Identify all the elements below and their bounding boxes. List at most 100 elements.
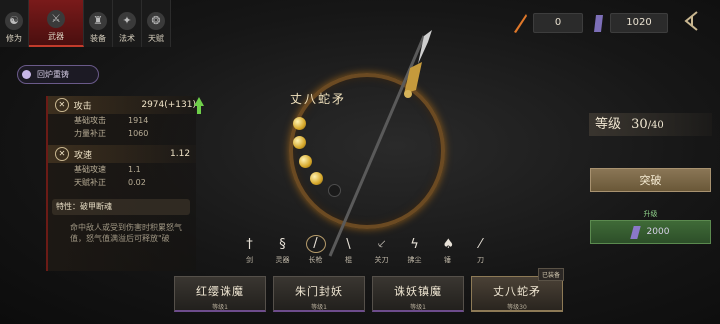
weapon-type-label: 关刀 [374,256,389,264]
stat-value: 0.02 [128,178,146,187]
skin-card[interactable]: 诛妖镇魔 等级1 [372,276,464,312]
weapon-type-whisk[interactable]: ϟ 拂尘 [398,233,431,265]
tab-label: 天赋 [148,34,164,43]
weapon-name: 丈八蛇矛 [290,92,347,106]
skin-card-equipped[interactable]: 已装备 丈八蛇矛 等级30 [471,268,564,312]
stat-key: 天赋补正 [74,178,106,187]
stat-key: 基础攻速 [74,165,106,174]
hammer-icon: ♠ [442,237,455,252]
star-orb-filled [293,117,306,130]
tab-label: 武器 [48,32,64,41]
speed-header[interactable]: ✕ 攻速 1.12 [48,145,196,163]
skin-level: 等级1 [410,304,426,311]
fire-sword-icon [514,14,527,33]
fire-count: 0 [533,13,583,33]
gem-currency: 1020 [592,12,668,34]
tab-weapon[interactable]: ⚔ 武器 [29,0,84,47]
weapon-icon: ⚔ [47,10,65,28]
tab-talent[interactable]: ❂ 天赋 [142,0,171,47]
skin-level: 等级1 [311,304,327,311]
artifact-icon: § [279,237,286,252]
level-display: 等级 30/40 [589,113,712,136]
stat-value: 1060 [128,129,149,138]
increase-arrow-icon [194,97,204,106]
gem-count: 1020 [610,13,668,33]
skin-card[interactable]: 红缨诛魔 等级1 [174,276,266,312]
stats-panel: ✕ 攻击 2974(+131) 基础攻击 1914 力量补正 1060 ✕ 攻速… [46,96,196,271]
cultivator-icon: ☯ [5,12,23,30]
equipped-badge: 已装备 [537,268,564,281]
tab-cultivation[interactable]: ☯ 修为 [0,0,29,47]
talent-bonus-row: 天赋补正 0.02 [48,176,196,189]
weapon-type-guandao[interactable]: ⸔ 关刀 [365,233,398,265]
spear-icon [328,30,432,257]
skin-card[interactable]: 朱门封妖 等级1 [273,276,365,312]
stat-value: 1914 [128,116,149,125]
skin-level: 等级30 [507,304,527,311]
weapon-type-label: 长枪 [308,256,323,264]
fire-currency: 0 [511,12,583,34]
skin-name: 红缨诛魔 [196,285,244,298]
sword-icon: † [246,237,253,252]
blade-icon: ⁄ [479,237,482,252]
level-current: 30 [631,117,648,132]
weapon-type-hammer[interactable]: ♠ 锤 [431,233,464,265]
upgrade-button[interactable]: 2000 [590,220,711,244]
skin-name: 诛妖镇魔 [394,285,442,298]
breakthrough-button[interactable]: 突破 [590,168,711,192]
skin-name: 朱门封妖 [295,285,343,298]
upgrade-cost: 2000 [646,227,670,237]
skin-name: 丈八蛇矛 [493,285,541,298]
tab-spell[interactable]: ✦ 法术 [113,0,142,47]
tab-equipment[interactable]: ♜ 装备 [84,0,113,47]
level-max: /40 [647,120,664,131]
level-label: 等级 [595,117,622,132]
weapon-skin-list: 红缨诛魔 等级1 朱门封妖 等级1 诛妖镇魔 等级1 已装备 丈八蛇矛 等级30 [174,268,570,312]
weapon-type-label: 锤 [444,256,451,264]
attack-header[interactable]: ✕ 攻击 2974(+131) [48,96,196,114]
attack-label: 攻击 [73,101,92,112]
star-orb-filled [310,172,323,185]
weapon-type-sword[interactable]: † 剑 [233,233,266,265]
weapon-type-label: 刀 [477,256,484,264]
collapse-icon: ✕ [55,98,69,112]
increase-arrow-stem [197,106,201,114]
staff-icon: \ [346,237,351,252]
weapon-type-label: 灵器 [275,256,290,264]
back-arrow-icon[interactable] [681,10,703,32]
strength-bonus-row: 力量补正 1060 [48,127,196,140]
upgrade-label: 升级 [643,210,658,218]
stat-key: 基础攻击 [74,116,106,125]
attack-value: 2974(+131) [141,100,196,110]
tab-label: 装备 [90,34,106,43]
weapon-type-staff[interactable]: \ 棍 [332,233,365,265]
purple-gem-icon [594,15,603,32]
category-tabs: ☯ 修为 ⚔ 武器 ♜ 装备 ✦ 法术 ❂ 天赋 [0,0,171,47]
star-orb-filled [293,136,306,149]
weapon-type-blade[interactable]: ⁄ 刀 [464,233,497,265]
weapon-type-label: 棍 [345,256,352,264]
weapon-type-selector: † 剑 § 灵器 / 长枪 \ 棍 ⸔ 关刀 ϟ 拂尘 ♠ 锤 ⁄ 刀 [233,233,497,265]
purple-gem-icon [629,225,641,239]
special-trait: 特性：破甲断魂 [52,199,190,215]
spell-icon: ✦ [118,12,136,30]
guandao-icon: ⸔ [376,237,387,252]
star-orb-empty [328,184,341,197]
collapse-icon: ✕ [55,147,69,161]
recast-button[interactable]: 回炉重铸 [17,65,99,84]
weapon-type-label: 拂尘 [407,256,422,264]
base-attack-row: 基础攻击 1914 [48,114,196,127]
star-orb-filled [299,155,312,168]
stat-value: 1.1 [128,165,141,174]
weapon-type-label: 剑 [246,256,253,264]
armor-icon: ♜ [89,12,107,30]
recast-label: 回炉重铸 [37,70,69,79]
weapon-type-artifact[interactable]: § 灵器 [266,233,299,265]
talent-icon: ❂ [147,12,165,30]
recast-icon [22,70,31,79]
weapon-type-spear[interactable]: / 长枪 [299,233,332,265]
stat-key: 力量补正 [74,129,106,138]
tab-label: 修为 [6,34,22,43]
base-speed-row: 基础攻速 1.1 [48,163,196,176]
whisk-icon: ϟ [410,237,419,252]
